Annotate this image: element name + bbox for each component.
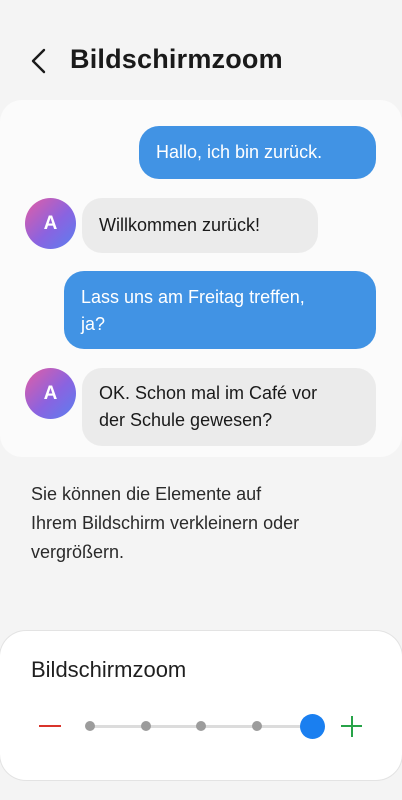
zoom-slider-tick[interactable] <box>85 721 95 731</box>
avatar: A <box>25 368 76 419</box>
avatar: A <box>25 198 76 249</box>
header: Bildschirmzoom <box>0 0 402 100</box>
description-lines: Sie können die Elemente auf Ihrem Bildsch… <box>31 484 300 562</box>
chevron-left-icon <box>31 48 46 74</box>
outgoing-message: Lass uns am Freitag treffen, ja? <box>64 271 376 349</box>
description-text: Sie können die Elemente auf Ihrem Bildsch… <box>31 480 376 567</box>
back-button[interactable] <box>22 44 56 78</box>
minus-icon <box>39 725 61 727</box>
zoom-slider-tick[interactable] <box>251 721 262 731</box>
message-text: OK. Schon mal im Café vor der Schule gewe… <box>99 383 318 430</box>
zoom-title: Bildschirmzoom <box>31 657 187 682</box>
zoom-slider-thumb[interactable] <box>299 714 325 739</box>
plus-icon-vertical <box>350 716 353 737</box>
zoom-card: Bildschirmzoom <box>0 631 402 780</box>
chat-preview: Hallo, ich bin zurück. A Willkommen zurü… <box>0 100 402 457</box>
incoming-message: OK. Schon mal im Café vor der Schule gewe… <box>82 368 376 446</box>
outgoing-message: Hallo, ich bin zurück. <box>139 126 376 179</box>
incoming-message: Willkommen zurück! <box>82 198 318 253</box>
zoom-slider-tick[interactable] <box>140 721 151 731</box>
message-text: Lass uns am Freitag treffen, ja? <box>81 287 305 334</box>
zoom-slider-tick[interactable] <box>196 721 206 731</box>
zoom-out-button[interactable] <box>30 708 70 746</box>
page-title: Bildschirmzoom <box>70 44 283 74</box>
